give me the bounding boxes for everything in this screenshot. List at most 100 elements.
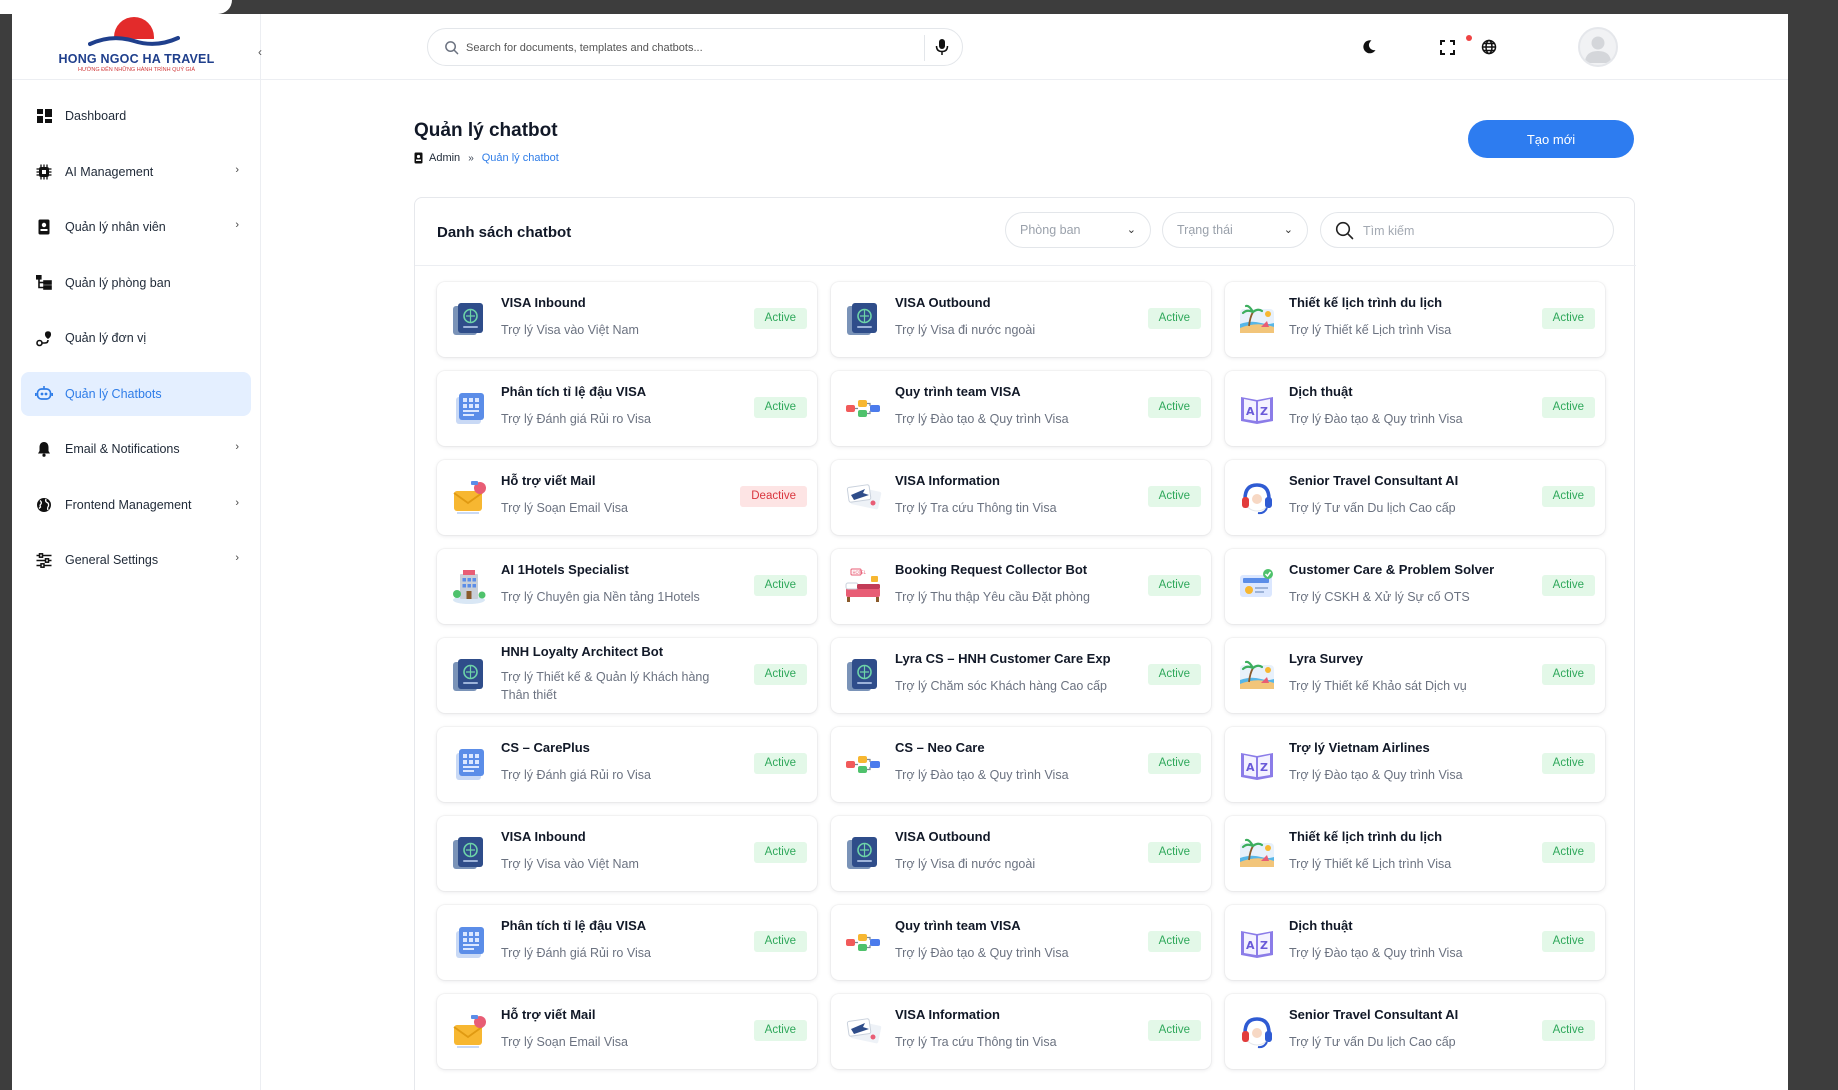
plane-ticket-icon xyxy=(843,1011,883,1051)
chatbot-card[interactable]: Hỗ trợ viết Mail Trợ lý Soạn Email Visa Ac… xyxy=(437,994,817,1069)
chevron-right-icon: › xyxy=(235,552,239,564)
chatbot-description: Trợ lý Thiết kế Khảo sát Dịch vụ xyxy=(1289,679,1467,693)
sidebar-item-quan-ly-don-vi[interactable]: Quản lý đơn vị xyxy=(21,316,251,360)
chatbot-name: Hỗ trợ viết Mail xyxy=(501,473,596,488)
chatbot-card[interactable]: Phân tích tỉ lệ đậu VISA Trợ lý Đánh giá … xyxy=(437,905,817,980)
beach-icon xyxy=(1237,833,1277,873)
notification-dot[interactable] xyxy=(1466,35,1472,41)
translate-book-icon: AZ xyxy=(1237,922,1277,962)
sidebar-collapse-chevron-icon[interactable]: ‹ xyxy=(252,44,268,60)
chatbot-name: VISA Outbound xyxy=(895,295,991,310)
global-search-input[interactable] xyxy=(466,38,906,58)
sidebar-item-quan-ly-chatbots[interactable]: Quản lý Chatbots xyxy=(21,371,251,416)
chatbot-card[interactable]: Phân tích tỉ lệ đậu VISA Trợ lý Đánh giá … xyxy=(437,371,817,446)
svg-text:HOTEL: HOTEL xyxy=(853,570,867,575)
chatbot-name: Phân tích tỉ lệ đậu VISA xyxy=(501,384,647,399)
translate-book-icon: AZ xyxy=(1237,388,1277,428)
chatbot-card[interactable]: Customer Care & Problem Solver Trợ lý CSK… xyxy=(1225,549,1605,624)
department-filter-select[interactable]: Phòng ban ⌄ xyxy=(1005,212,1151,248)
headset-icon xyxy=(1237,477,1277,517)
status-badge: Active xyxy=(753,308,807,329)
chatbot-description: Trợ lý Đào tạo & Quy trình Visa xyxy=(895,768,1069,782)
chatbot-card[interactable]: VISA Outbound Trợ lý Visa đi nước ngoài Ac… xyxy=(831,816,1211,891)
chatbot-card[interactable]: A Z Trợ lý Vietnam Airlines Trợ lý Đào tạo … xyxy=(1225,727,1605,802)
user-avatar[interactable] xyxy=(1578,27,1618,67)
chatbot-search[interactable] xyxy=(1320,212,1614,248)
chatbot-card[interactable]: AI 1Hotels Specialist Trợ lý Chuyên gia N… xyxy=(437,549,817,624)
chatbot-description: Trợ lý Đào tạo & Quy trình Visa xyxy=(1289,946,1463,960)
svg-text:A: A xyxy=(1246,939,1255,952)
chatbot-name: Hỗ trợ viết Mail xyxy=(501,1007,596,1022)
status-badge: Active xyxy=(1147,931,1201,952)
status-filter-select[interactable]: Trạng thái ⌄ xyxy=(1162,212,1308,248)
chatbot-card[interactable]: A Z Dịch thuật Trợ lý Đào tạo & Quy trình V… xyxy=(1225,371,1605,446)
chatbot-card[interactable]: Quy trình team VISA Trợ lý Đào tạo & Quy … xyxy=(831,905,1211,980)
brand-logo[interactable]: HONG NGOC HA TRAVEL HƯỚNG ĐẾN NHỮNG HÀNH… xyxy=(12,14,261,80)
chatbot-card[interactable]: VISA Information Trợ lý Tra cứu Thông tin… xyxy=(831,994,1211,1069)
chatbot-card[interactable]: Thiết kế lịch trình du lịch Trợ lý Thiết … xyxy=(1225,282,1605,357)
breadcrumb-admin[interactable]: Admin xyxy=(429,152,460,164)
sidebar-item-label: Quản lý phòng ban xyxy=(65,275,171,290)
chatbot-name: VISA Inbound xyxy=(501,829,586,844)
status-badge: Active xyxy=(1541,397,1595,418)
chatbot-card[interactable]: Thiết kế lịch trình du lịch Trợ lý Thiết … xyxy=(1225,816,1605,891)
svg-text:A: A xyxy=(1246,761,1255,774)
dashboard-icon xyxy=(35,107,53,125)
breadcrumb-current[interactable]: Quản lý chatbot xyxy=(482,152,559,164)
chatbot-card[interactable]: Senior Travel Consultant AI Trợ lý Tư vấn… xyxy=(1225,994,1605,1069)
chatbot-card[interactable]: Senior Travel Consultant AI Trợ lý Tư vấn… xyxy=(1225,460,1605,535)
chatbot-name: Dịch thuật xyxy=(1289,384,1353,399)
sidebar-item-general-settings[interactable]: General Settings › xyxy=(21,538,251,582)
status-badge: Active xyxy=(1147,308,1201,329)
chatbot-card[interactable]: VISA Outbound Trợ lý Visa đi nước ngoài Ac… xyxy=(831,282,1211,357)
fullscreen-icon[interactable] xyxy=(1438,38,1456,56)
chatbot-description: Trợ lý Đánh giá Rủi ro Visa xyxy=(501,768,651,782)
status-badge: Active xyxy=(1147,664,1201,685)
sidebar-item-quan-ly-nhan-vien[interactable]: Quản lý nhân viên › xyxy=(21,205,251,249)
chatbot-description: Trợ lý Thiết kế Lịch trình Visa xyxy=(1289,323,1452,337)
language-globe-icon[interactable] xyxy=(1480,38,1498,56)
status-badge: Active xyxy=(1541,931,1595,952)
dark-mode-moon-icon[interactable] xyxy=(1360,38,1378,56)
chatbot-card[interactable]: HNH Loyalty Architect Bot Trợ lý Thiết kế… xyxy=(437,638,817,713)
chatbot-card[interactable]: CS – Neo Care Trợ lý Đào tạo & Quy trình … xyxy=(831,727,1211,802)
chatbot-card[interactable]: HOTEL Booking Request Collector Bot Trợ lý… xyxy=(831,549,1211,624)
sidebar-item-ai-management[interactable]: AI Management › xyxy=(21,150,251,194)
search-icon xyxy=(445,41,459,55)
chatbot-search-input[interactable] xyxy=(1363,221,1593,241)
microphone-icon[interactable] xyxy=(935,38,949,56)
chatbot-name: AI 1Hotels Specialist xyxy=(501,562,629,577)
sidebar-item-frontend-management[interactable]: Frontend Management › xyxy=(21,483,251,527)
beach-icon xyxy=(1237,655,1277,695)
passport-icon xyxy=(843,299,883,339)
chatbot-card[interactable]: A Z Dịch thuật Trợ lý Đào tạo & Quy trình V… xyxy=(1225,905,1605,980)
status-badge: Active xyxy=(753,931,807,952)
chatbot-card[interactable]: Lyra Survey Trợ lý Thiết kế Khảo sát Dịch… xyxy=(1225,638,1605,713)
sidebar-item-quan-ly-phong-ban[interactable]: Quản lý phòng ban xyxy=(21,261,251,305)
chatbot-card[interactable]: VISA Information Trợ lý Tra cứu Thông tin… xyxy=(831,460,1211,535)
chatbot-card[interactable]: Quy trình team VISA Trợ lý Đào tạo & Quy … xyxy=(831,371,1211,446)
status-badge: Active xyxy=(1541,753,1595,774)
chatbot-card[interactable]: VISA Inbound Trợ lý Visa vào Việt Nam Acti… xyxy=(437,282,817,357)
globe-icon xyxy=(35,496,53,514)
hierarchy-icon xyxy=(35,274,53,292)
chatbot-name: Phân tích tỉ lệ đậu VISA xyxy=(501,918,647,933)
chatbot-card[interactable]: VISA Inbound Trợ lý Visa vào Việt Nam Acti… xyxy=(437,816,817,891)
chatbot-card[interactable]: CS – CarePlus Trợ lý Đánh giá Rủi ro Visa… xyxy=(437,727,817,802)
chatbot-list-panel: Danh sách chatbot Phòng ban ⌄ Trạng thái… xyxy=(414,197,1636,1090)
passport-icon xyxy=(843,833,883,873)
chatbot-name: VISA Inbound xyxy=(501,295,586,310)
chatbot-description: Trợ lý Tra cứu Thông tin Visa xyxy=(895,1035,1057,1049)
create-new-button[interactable]: Tạo mới xyxy=(1468,120,1634,158)
chatbot-name: Senior Travel Consultant AI xyxy=(1289,473,1459,488)
chatbot-card[interactable]: Lyra CS – HNH Customer Care Exp Trợ lý Ch… xyxy=(831,638,1211,713)
sidebar-item-email-notifications[interactable]: Email & Notifications › xyxy=(21,427,251,471)
sidebar-item-label: Quản lý nhân viên xyxy=(65,220,166,234)
hotel-icon xyxy=(449,566,489,606)
chatbot-description: Trợ lý Soạn Email Visa xyxy=(501,501,628,515)
chatbot-card[interactable]: Hỗ trợ viết Mail Trợ lý Soạn Email Visa De… xyxy=(437,460,817,535)
chatbot-name: Senior Travel Consultant AI xyxy=(1289,1007,1459,1022)
status-badge: Active xyxy=(1147,486,1201,507)
sidebar-item-dashboard[interactable]: Dashboard xyxy=(21,94,251,138)
global-search[interactable] xyxy=(427,28,963,66)
